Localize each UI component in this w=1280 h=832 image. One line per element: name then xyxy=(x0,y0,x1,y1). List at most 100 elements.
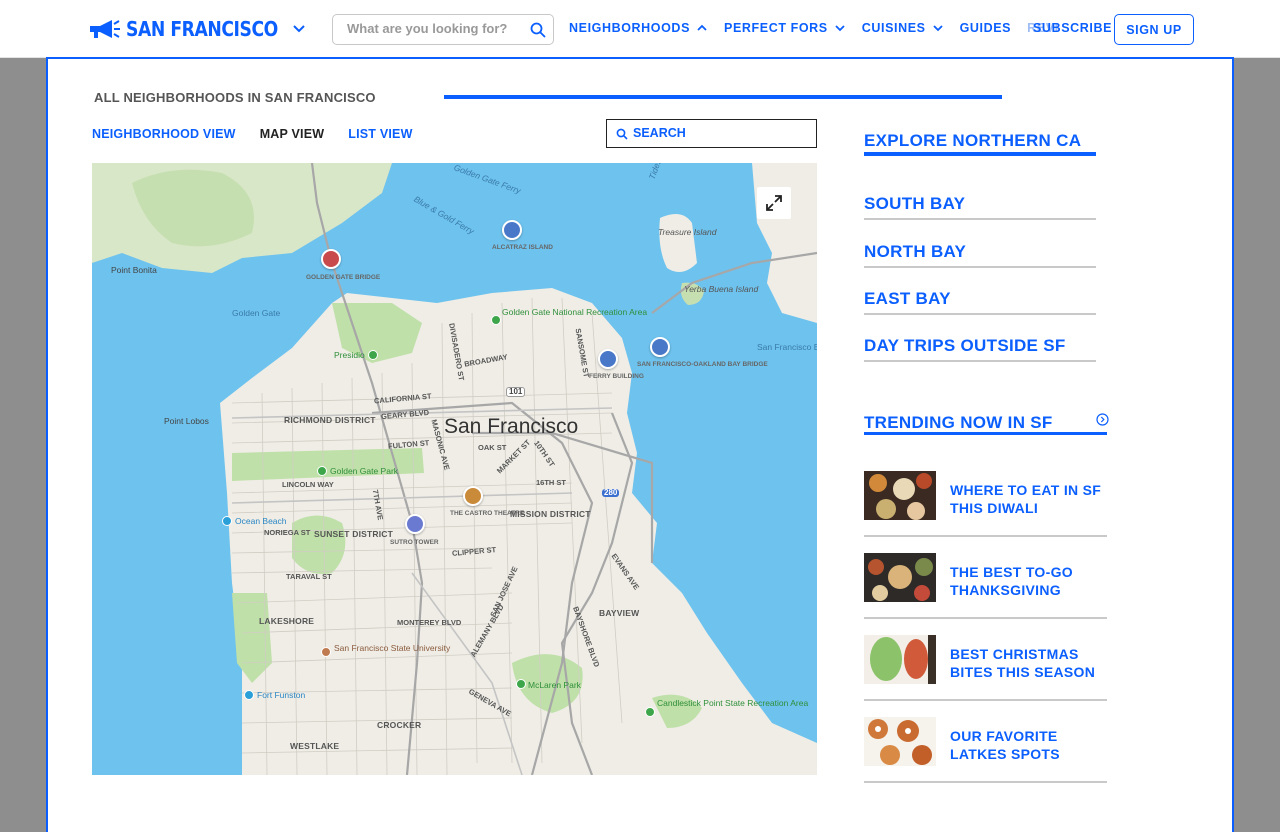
map-label: Candlestick Point State Recreation Area xyxy=(657,699,808,708)
chevron-up-icon xyxy=(697,24,707,31)
view-tabs: NEIGHBORHOOD VIEW MAP VIEW LIST VIEW xyxy=(92,127,413,141)
tab-list-view[interactable]: LIST VIEW xyxy=(348,127,412,141)
chevron-down-icon xyxy=(835,25,845,32)
map-label: CROCKER xyxy=(377,720,422,730)
map-label: LAKESHORE xyxy=(259,616,315,626)
map-label: MONTEREY BLVD xyxy=(397,618,462,627)
megaphone-icon xyxy=(90,20,120,38)
tab-neighborhood-view[interactable]: NEIGHBORHOOD VIEW xyxy=(92,127,236,141)
neighborhood-map[interactable]: Golden Gate Ferry Blue & Gold Ferry Tide… xyxy=(92,163,817,775)
chevron-down-icon[interactable] xyxy=(290,20,308,38)
alcatraz-pin[interactable] xyxy=(502,220,522,240)
region-south-bay[interactable]: SOUTH BAY xyxy=(864,194,1096,220)
subscribe-link[interactable]: SUBSCRIBE xyxy=(1033,21,1112,35)
beach-pin[interactable] xyxy=(222,516,232,526)
title-divider xyxy=(444,95,1002,99)
map-label: 16TH ST xyxy=(536,478,567,487)
nav-perfect-fors[interactable]: PERFECT FORS xyxy=(724,21,846,35)
article-title: BEST CHRISTMAS BITES THIS SEASON xyxy=(950,646,1096,680)
ferry-building-pin[interactable] xyxy=(598,349,618,369)
university-pin[interactable] xyxy=(321,647,331,657)
map-label: SUNSET DISTRICT xyxy=(314,529,394,539)
map-label: Fort Funston xyxy=(257,690,306,700)
map-fullscreen-button[interactable] xyxy=(757,187,791,219)
map-label: Presidio xyxy=(334,350,365,360)
map-city-label: San Francisco xyxy=(444,415,579,438)
trending-article[interactable]: BEST CHRISTMAS BITES THIS SEASON xyxy=(864,635,1107,701)
article-title: THE BEST TO-GO THANKSGIVING xyxy=(950,564,1073,598)
nav-label: PERFECT FORS xyxy=(724,21,828,35)
chevron-right-circle-icon[interactable] xyxy=(1096,413,1109,426)
map-label: LINCOLN WAY xyxy=(282,480,334,489)
park-pin[interactable] xyxy=(317,466,327,476)
map-label: TARAVAL ST xyxy=(286,572,332,581)
top-navigation-bar: SAN FRANCISCO NEIGHBORHOODS PERFECT FORS… xyxy=(0,0,1280,58)
map-label: RICHMOND DISTRICT xyxy=(284,415,376,425)
map-label: WESTLAKE xyxy=(290,741,340,751)
nav-neighborhoods[interactable]: NEIGHBORHOODS xyxy=(569,21,708,35)
map-label: Golden Gate Park xyxy=(330,466,399,476)
golden-gate-bridge-pin[interactable] xyxy=(321,249,341,269)
article-thumbnail xyxy=(864,717,936,766)
bay-bridge-pin[interactable] xyxy=(650,337,670,357)
map-label: MISSION DISTRICT xyxy=(510,509,591,519)
map-label: Point Bonita xyxy=(111,265,157,275)
trending-divider xyxy=(864,432,1107,435)
map-label: SAN FRANCISCO-OAKLAND BAY BRIDGE xyxy=(637,361,768,368)
park-pin[interactable] xyxy=(368,350,378,360)
trending-article[interactable]: THE BEST TO-GO THANKSGIVING xyxy=(864,553,1107,619)
map-label: NORIEGA ST xyxy=(264,528,311,537)
map-label: Ocean Beach xyxy=(235,516,287,526)
map-search xyxy=(606,119,817,148)
article-thumbnail xyxy=(864,635,936,684)
map-label: McLaren Park xyxy=(528,680,581,690)
map-label: Golden Gate xyxy=(232,308,281,318)
article-thumbnail xyxy=(864,471,936,520)
map-label: BAYVIEW xyxy=(599,608,640,618)
explore-divider xyxy=(864,152,1096,156)
site-search-input[interactable] xyxy=(347,21,527,36)
trending-article[interactable]: WHERE TO EAT IN SF THIS DIWALI xyxy=(864,471,1107,537)
map-label: Yerba Buena Island xyxy=(684,284,759,294)
map-label: San Francisco State University xyxy=(334,643,451,653)
tab-map-view[interactable]: MAP VIEW xyxy=(260,127,325,141)
nav-label: CUISINES xyxy=(861,21,926,35)
park-pin[interactable] xyxy=(516,679,526,689)
article-title: OUR FAVORITE LATKES SPOTS xyxy=(950,728,1060,762)
map-label: San Francisco B xyxy=(757,342,817,352)
trending-article[interactable]: OUR FAVORITE LATKES SPOTS xyxy=(864,717,1107,783)
sutro-tower-pin[interactable] xyxy=(405,514,425,534)
article-thumbnail xyxy=(864,553,936,602)
map-label: OAK ST xyxy=(478,443,507,452)
beach-pin[interactable] xyxy=(244,690,254,700)
main-nav: NEIGHBORHOODS PERFECT FORS CUISINES GUID… xyxy=(569,21,1067,35)
neighborhoods-dropdown-panel: ALL NEIGHBORHOODS IN SAN FRANCISCO NEIGH… xyxy=(46,57,1234,832)
city-name: SAN FRANCISCO xyxy=(126,17,278,41)
map-label: FERRY BUILDING xyxy=(589,373,644,380)
map-base xyxy=(92,163,817,775)
map-label: Golden Gate National Recreation Area xyxy=(502,307,648,317)
map-label: SUTRO TOWER xyxy=(390,539,439,546)
site-logo[interactable]: SAN FRANCISCO xyxy=(86,17,303,41)
castro-theatre-pin[interactable] xyxy=(463,486,483,506)
trending-heading: TRENDING NOW IN SF xyxy=(864,413,1053,432)
nav-guides[interactable]: GUIDES xyxy=(960,21,1012,35)
region-north-bay[interactable]: NORTH BAY xyxy=(864,242,1096,268)
search-icon[interactable] xyxy=(529,21,547,39)
explore-heading: EXPLORE NORTHERN CA xyxy=(864,131,1082,150)
map-search-input[interactable] xyxy=(633,126,808,140)
region-east-bay[interactable]: EAST BAY xyxy=(864,289,1096,315)
nav-label: GUIDES xyxy=(959,21,1012,35)
region-day-trips[interactable]: DAY TRIPS OUTSIDE SF xyxy=(864,336,1096,362)
nav-label: NEIGHBORHOODS xyxy=(569,21,691,35)
article-title: WHERE TO EAT IN SF THIS DIWALI xyxy=(950,482,1102,516)
search-icon xyxy=(616,128,628,140)
panel-title: ALL NEIGHBORHOODS IN SAN FRANCISCO xyxy=(94,90,376,105)
map-label: Treasure Island xyxy=(658,227,717,237)
highway-101-shield: 101 xyxy=(506,387,526,398)
nav-cuisines[interactable]: CUISINES xyxy=(862,21,944,35)
chevron-down-icon xyxy=(932,25,943,32)
park-pin[interactable] xyxy=(491,315,501,325)
sign-up-button[interactable]: SIGN UP xyxy=(1114,14,1194,45)
park-pin[interactable] xyxy=(645,707,655,717)
